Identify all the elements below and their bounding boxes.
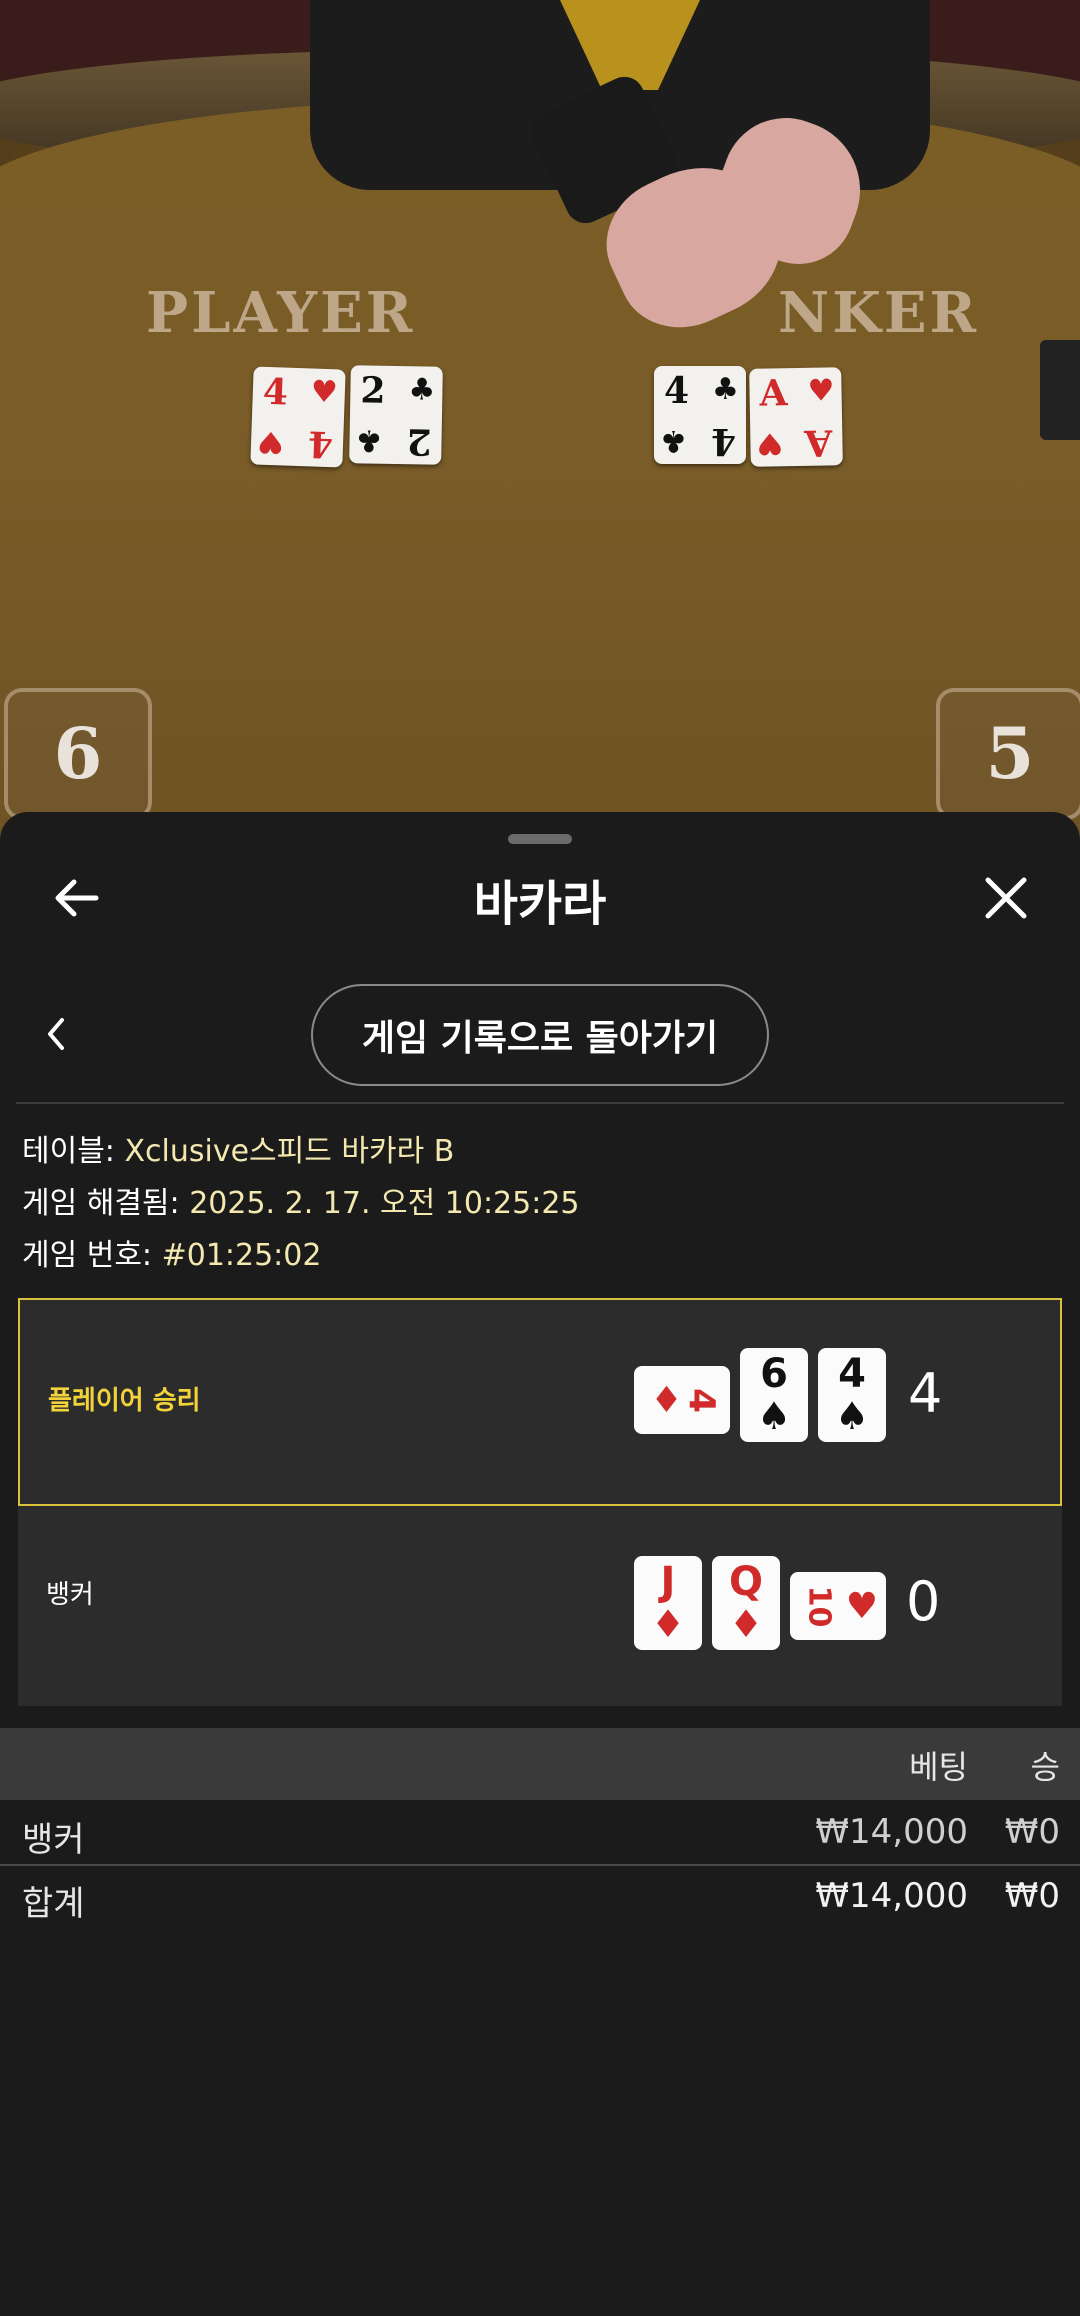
banker-label: 뱅커 — [46, 1580, 94, 1610]
close-button[interactable] — [966, 858, 1046, 938]
game-history-sheet: 바카라 게임 기록으로 돌아가기 테이블: Xclusive스피드 바카라 B … — [0, 812, 1080, 2316]
card-shoe — [1040, 340, 1080, 440]
sheet-drag-handle[interactable] — [508, 834, 572, 844]
table-card: 4 ♥ ♥ 4 — [250, 366, 346, 468]
previous-game-button[interactable] — [16, 994, 96, 1074]
result-card: J ♦ — [634, 1556, 702, 1650]
row-name: 합계 — [22, 1884, 85, 1924]
row-bet: ₩14,000 — [815, 1812, 968, 1852]
win-column-header: 승 — [1030, 1748, 1060, 1786]
table-row: 뱅커 ₩14,000 ₩0 — [0, 1804, 1080, 1866]
banker-score: 0 — [906, 1570, 941, 1633]
player-score: 4 — [908, 1362, 943, 1425]
bet-table-header: 베팅 승 — [0, 1728, 1080, 1800]
row-bet: ₩14,000 — [815, 1876, 968, 1916]
table-card: A ♥ ♥ A — [749, 367, 843, 467]
table-card: 4 ♣ ♣ 4 — [654, 366, 746, 464]
player-win-label: 플레이어 승리 — [48, 1386, 201, 1416]
resolved-label: 게임 해결됨: — [22, 1186, 180, 1221]
chevron-left-icon — [48, 1018, 64, 1050]
table-label: 테이블: — [22, 1134, 115, 1169]
banker-result-row: 뱅커 J ♦ Q ♦ 10 ♥ 0 — [18, 1506, 1062, 1706]
row-win: ₩0 — [1004, 1876, 1060, 1916]
player-result-row: 플레이어 승리 ♦ 4 6 ♠ 4 ♠ 4 — [18, 1298, 1062, 1506]
table-row-total: 합계 ₩14,000 ₩0 — [0, 1868, 1080, 1930]
result-card: 6 ♠ — [740, 1348, 808, 1442]
result-card: 4 ♠ — [818, 1348, 886, 1442]
banker-score-display: 5 — [936, 688, 1080, 820]
game-number-label: 게임 번호: — [22, 1238, 153, 1273]
bet-column-header: 베팅 — [909, 1748, 968, 1786]
player-score-display: 6 — [4, 688, 152, 820]
history-nav: 게임 기록으로 돌아가기 — [0, 984, 1080, 1094]
divider — [0, 1864, 1080, 1866]
back-to-history-button[interactable]: 게임 기록으로 돌아가기 — [311, 984, 769, 1086]
game-number-value: #01:25:02 — [161, 1238, 322, 1273]
row-name: 뱅커 — [22, 1820, 85, 1860]
game-number-info: 게임 번호: #01:25:02 — [22, 1230, 321, 1274]
row-win: ₩0 — [1004, 1812, 1060, 1852]
resolved-info: 게임 해결됨: 2025. 2. 17. 오전 10:25:25 — [22, 1178, 580, 1222]
table-info: 테이블: Xclusive스피드 바카라 B — [22, 1126, 454, 1170]
banker-area-label: NKER — [778, 280, 980, 346]
divider — [16, 1102, 1064, 1104]
result-card: 10 ♥ — [790, 1572, 886, 1640]
resolved-value: 2025. 2. 17. 오전 10:25:25 — [189, 1186, 580, 1221]
player-area-label: PLAYER — [146, 280, 416, 346]
result-card: ♦ 4 — [634, 1366, 730, 1434]
table-felt — [0, 100, 1080, 840]
table-value: Xclusive스피드 바카라 B — [124, 1134, 455, 1169]
live-video-feed: PLAYER NKER 4 ♥ ♥ 4 2 ♣ ♣ 2 4 ♣ ♣ 4 A ♥ ♥ A 6 5 — [0, 0, 1080, 840]
page-title: 바카라 — [473, 876, 607, 932]
close-icon — [985, 877, 1027, 919]
table-card: 2 ♣ ♣ 2 — [349, 365, 443, 465]
result-card: Q ♦ — [712, 1556, 780, 1650]
